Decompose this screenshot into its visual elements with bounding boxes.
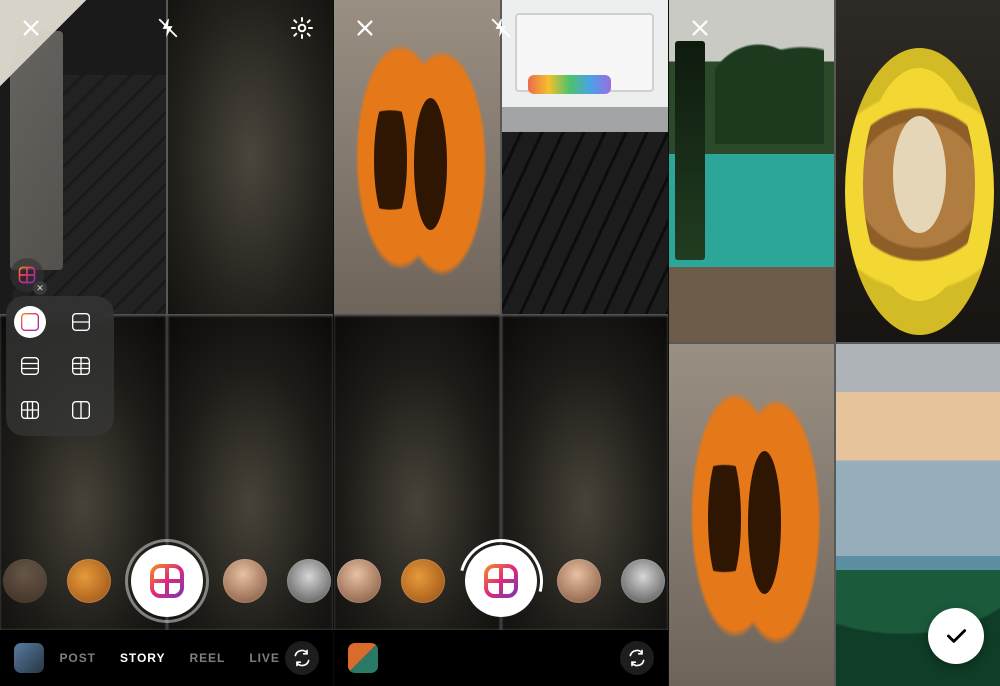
- layout-option-2x3[interactable]: [65, 350, 97, 382]
- layout-options-popover: [6, 296, 114, 436]
- mode-live[interactable]: LIVE: [249, 651, 280, 665]
- layout-option-2x2[interactable]: [14, 306, 46, 338]
- screen-layout-complete: [668, 0, 1000, 686]
- effects-carousel[interactable]: [334, 538, 667, 624]
- screen-layout-capture: [333, 0, 667, 686]
- bottom-bar: [334, 630, 667, 686]
- close-button[interactable]: [685, 13, 715, 43]
- top-bar: [334, 0, 667, 56]
- gallery-button[interactable]: [348, 643, 378, 673]
- effect-food[interactable]: [401, 559, 445, 603]
- top-bar: [0, 0, 333, 56]
- switch-camera-button[interactable]: [285, 641, 319, 675]
- flash-off-icon[interactable]: [153, 13, 183, 43]
- layout-button[interactable]: ✕: [10, 258, 44, 292]
- layout-option-3x2[interactable]: [14, 394, 46, 426]
- shutter-button[interactable]: [131, 545, 203, 617]
- layout-grid: [669, 0, 1000, 686]
- effect-food[interactable]: [67, 559, 111, 603]
- mode-post[interactable]: POST: [59, 651, 96, 665]
- layout-option-cols-2[interactable]: [65, 394, 97, 426]
- layout-option-rows-2[interactable]: [65, 306, 97, 338]
- effect-face-2[interactable]: [557, 559, 601, 603]
- screen-layout-picker: ✕ POST STORY REEL LIVE: [0, 0, 333, 686]
- layout-option-rows-3[interactable]: [14, 350, 46, 382]
- effect-face[interactable]: [3, 559, 47, 603]
- mode-story[interactable]: STORY: [120, 651, 165, 665]
- effect-alien[interactable]: [621, 559, 665, 603]
- switch-camera-button[interactable]: [620, 641, 654, 675]
- flash-off-icon[interactable]: [486, 13, 516, 43]
- effects-carousel[interactable]: [0, 538, 333, 624]
- effect-alien[interactable]: [287, 559, 331, 603]
- top-bar: [669, 0, 1000, 56]
- tile-papaya[interactable]: [669, 344, 835, 686]
- layout-close-icon[interactable]: ✕: [33, 281, 47, 295]
- close-button[interactable]: [16, 13, 46, 43]
- shutter-button[interactable]: [465, 545, 537, 617]
- gallery-button[interactable]: [14, 643, 44, 673]
- capture-modes[interactable]: POST STORY REEL LIVE: [54, 651, 285, 665]
- close-button[interactable]: [350, 13, 380, 43]
- bottom-bar: POST STORY REEL LIVE: [0, 630, 333, 686]
- confirm-button[interactable]: [928, 608, 984, 664]
- effect-face[interactable]: [337, 559, 381, 603]
- layout-grid: [334, 0, 667, 630]
- effect-face-2[interactable]: [223, 559, 267, 603]
- mode-reel[interactable]: REEL: [189, 651, 225, 665]
- settings-button[interactable]: [287, 13, 317, 43]
